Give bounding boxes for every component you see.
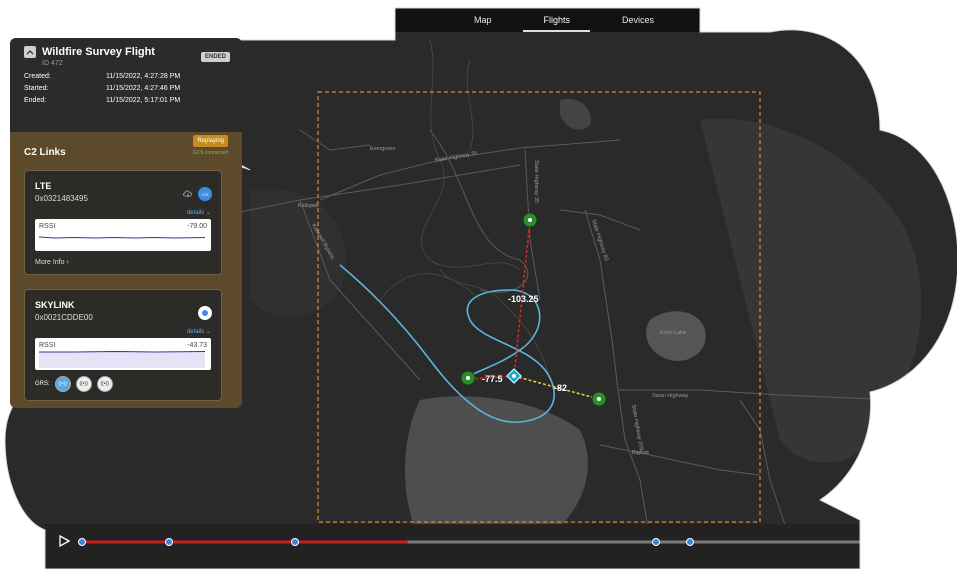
chevron-down-icon: ⌄ [205,210,211,216]
play-icon[interactable] [58,535,70,547]
road-label: State Highway 35 [533,160,539,203]
collapse-button[interactable] [24,46,36,58]
rssi-chart: RSSI -79.00 [35,219,211,251]
grs-antenna-icon[interactable]: ((•)) [96,376,113,392]
place-label: Bigfork [632,450,649,456]
more-info-label: More Info [35,259,65,266]
distance-label: -103.25 [508,294,539,304]
chevron-right-icon: › [66,259,69,266]
flight-header: Wildfire Survey Flight ENDED ID 472 Crea… [10,38,242,132]
lte-badge-icon[interactable]: LTE [198,187,212,201]
chevron-up-icon [26,50,34,55]
flight-title: Wildfire Survey Flight [42,46,155,58]
flight-panel: Wildfire Survey Flight ENDED ID 472 Crea… [10,38,242,408]
timeline-event-marker[interactable] [165,538,173,546]
chevron-down-icon: ⌄ [205,329,211,335]
skylink-badge-icon[interactable] [198,306,212,320]
more-info-link[interactable]: More Info › [35,259,211,266]
timeline-event-marker[interactable] [652,538,660,546]
flight-times: Created: 11/15/2022, 4:27:28 PM Started:… [24,73,230,104]
road-label: Swan Highway [652,393,689,399]
distance-label: -77.5 [482,374,503,384]
ended-label: Ended: [24,97,47,104]
place-label: Echo Lake [660,330,686,336]
started-value: 11/15/2022, 4:27:46 PM [106,85,181,92]
timeline-event-marker[interactable] [686,538,694,546]
grs-antenna-icon[interactable]: ((•)) [54,376,71,392]
top-nav: Map Flights Devices [448,8,680,32]
ended-value: 11/15/2022, 5:17:01 PM [106,97,181,104]
ground-station-icon[interactable] [460,370,476,386]
details-label: details [186,210,205,216]
link-name: SKYLINK [35,300,75,310]
rssi-chart: RSSI -43.73 [35,338,211,370]
gcs-status: GCS connected [192,150,228,156]
link-id: 0x0021CDDE00 [35,313,93,322]
grs-row: GRS: ((•)) ((•)) ((•)) [35,376,211,392]
cloud-download-icon [183,190,192,198]
details-toggle[interactable]: details ⌄ [35,328,211,335]
tab-map[interactable]: Map [464,11,502,29]
details-label: details [186,329,205,335]
grs-antenna-icon[interactable]: ((•)) [75,376,92,392]
c2-link-card-lte[interactable]: LTE 0x0321483495 LTE details ⌄ RSSI -79.… [24,170,222,275]
tab-flights[interactable]: Flights [523,11,590,32]
place-label: Kalispell [298,203,318,209]
ground-station-icon[interactable] [591,391,607,407]
created-value: 11/15/2022, 4:27:28 PM [106,73,181,80]
place-label: Evergreen [370,146,395,152]
details-toggle[interactable]: details ⌄ [35,209,211,216]
rssi-sparkline [38,236,206,239]
timeline-event-marker[interactable] [291,538,299,546]
distance-label: -82 [554,383,567,393]
ground-station-icon[interactable] [522,212,538,228]
rssi-sparkline [39,350,206,368]
c2-links-section: C2 Links Replaying GCS connected LTE 0x0… [10,132,242,401]
replaying-badge: Replaying [193,135,228,147]
timeline-event-marker[interactable] [78,538,86,546]
timeline-bar [45,524,860,569]
created-label: Created: [24,73,51,80]
grs-label: GRS: [35,381,50,387]
status-badge: ENDED [200,52,230,62]
c2-link-card-skylink[interactable]: SKYLINK 0x0021CDDE00 details ⌄ RSSI -43.… [24,289,222,401]
tab-devices[interactable]: Devices [612,11,664,29]
started-label: Started: [24,85,49,92]
